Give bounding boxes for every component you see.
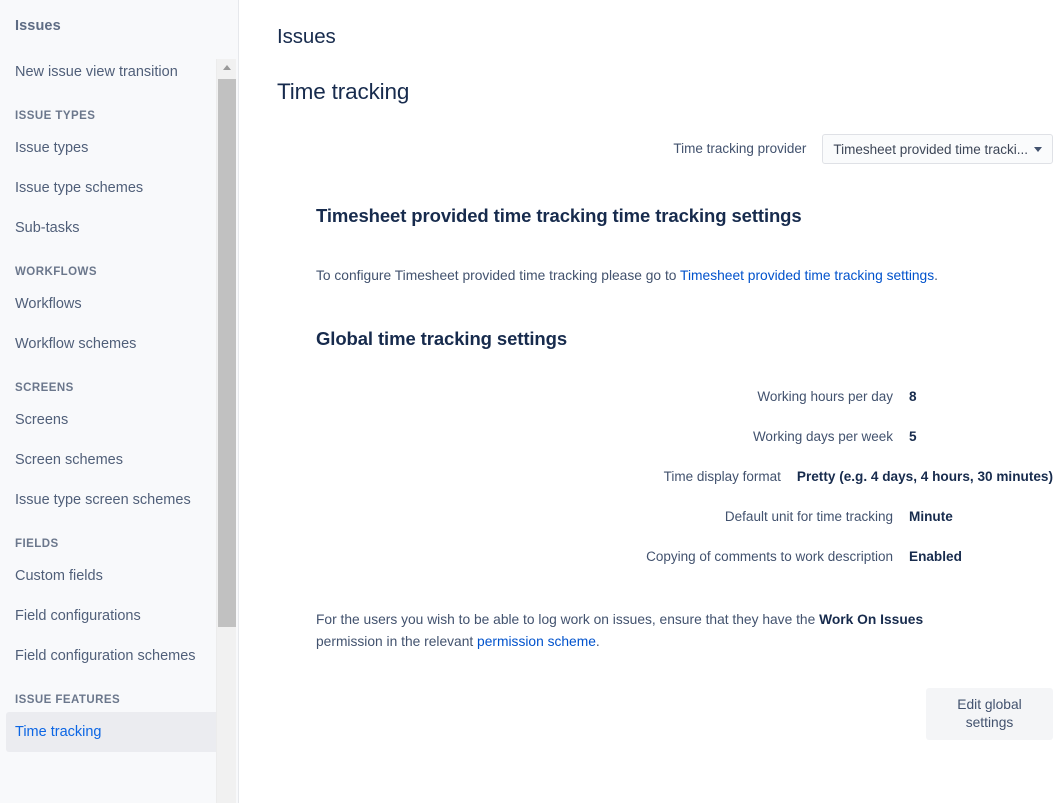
setting-label: Working days per week [277, 428, 909, 446]
sidebar: Issues New issue view transitionIssue ty… [0, 0, 239, 803]
timesheet-settings-link[interactable]: Timesheet provided time tracking setting… [680, 268, 934, 283]
time-tracking-provider-value: Timesheet provided time tracki... [833, 142, 1028, 157]
note-part-1: For the users you wish to be able to log… [316, 612, 819, 627]
page-title: Issues [239, 0, 1053, 50]
setting-label: Time display format [277, 468, 797, 486]
setting-row: Default unit for time trackingMinute [239, 508, 1053, 526]
note-part-2: permission in the relevant [316, 634, 477, 649]
scrollbar-thumb[interactable] [218, 79, 236, 627]
sidebar-item-time-tracking[interactable]: Time tracking [6, 712, 230, 752]
setting-row: Working days per week5 [239, 428, 1053, 446]
provider-description-suffix: . [934, 268, 938, 283]
time-tracking-provider-select[interactable]: Timesheet provided time tracki... [822, 134, 1053, 164]
sidebar-item-issue-type-schemes[interactable]: Issue type schemes [0, 168, 230, 208]
setting-row: Time display formatPretty (e.g. 4 days, … [239, 468, 1053, 486]
chevron-down-icon [1034, 147, 1042, 152]
sidebar-item-issue-types[interactable]: Issue types [0, 128, 230, 168]
main-content: Issues Time tracking Time tracking provi… [239, 0, 1053, 803]
sidebar-item-field-configurations[interactable]: Field configurations [0, 596, 230, 636]
sidebar-item-new-issue-view-transition[interactable]: New issue view transition [0, 52, 230, 92]
setting-label: Working hours per day [277, 388, 909, 406]
sidebar-group-issue-types: Issue types [0, 92, 238, 128]
sidebar-item-workflows[interactable]: Workflows [0, 284, 230, 324]
app-root: Issues New issue view transitionIssue ty… [0, 0, 1053, 803]
sidebar-item-field-configuration-schemes[interactable]: Field configuration schemes [0, 636, 230, 676]
note-part-3: . [596, 634, 600, 649]
sidebar-nav: New issue view transitionIssue typesIssu… [0, 36, 238, 752]
time-tracking-provider-label: Time tracking provider [277, 140, 822, 158]
sidebar-item-screen-schemes[interactable]: Screen schemes [0, 440, 230, 480]
sidebar-group-screens: Screens [0, 364, 238, 400]
setting-value: Enabled [909, 548, 962, 566]
time-tracking-provider-row: Time tracking provider Timesheet provide… [239, 134, 1053, 164]
provider-settings-heading: Timesheet provided time tracking time tr… [239, 164, 1053, 228]
sidebar-item-custom-fields[interactable]: Custom fields [0, 556, 230, 596]
sidebar-item-workflow-schemes[interactable]: Workflow schemes [0, 324, 230, 364]
section-title: Time tracking [239, 50, 1053, 106]
global-settings-list: Working hours per day8 Working days per w… [239, 388, 1053, 566]
edit-global-settings-button[interactable]: Edit global settings [926, 688, 1053, 740]
sidebar-item-issue-type-screen-schemes[interactable]: Issue type screen schemes [0, 480, 230, 520]
setting-value: Minute [909, 508, 953, 526]
sidebar-scrollbar[interactable] [216, 59, 236, 803]
sidebar-group-issue-features: Issue features [0, 676, 238, 712]
scrollbar-up-arrow-icon[interactable] [217, 59, 236, 76]
button-spacer [277, 688, 926, 740]
setting-label: Copying of comments to work description [277, 548, 909, 566]
permission-scheme-link[interactable]: permission scheme [477, 634, 596, 649]
setting-value: 8 [909, 388, 917, 406]
sidebar-group-workflows: Workflows [0, 248, 238, 284]
setting-label: Default unit for time tracking [277, 508, 909, 526]
provider-description-prefix: To configure Timesheet provided time tra… [316, 268, 680, 283]
provider-settings-description: To configure Timesheet provided time tra… [239, 242, 1053, 286]
global-settings-heading: Global time tracking settings [239, 300, 1053, 351]
setting-value: Pretty (e.g. 4 days, 4 hours, 30 minutes… [797, 468, 1053, 486]
sidebar-group-fields: Fields [0, 520, 238, 556]
setting-row: Copying of comments to work descriptionE… [239, 548, 1053, 566]
setting-row: Working hours per day8 [239, 388, 1053, 406]
button-row: Edit global settings [239, 688, 1053, 740]
permission-note: For the users you wish to be able to log… [239, 588, 951, 653]
sidebar-header: Issues [0, 0, 238, 36]
sidebar-item-sub-tasks[interactable]: Sub-tasks [0, 208, 230, 248]
setting-value: 5 [909, 428, 917, 446]
sidebar-item-screens[interactable]: Screens [0, 400, 230, 440]
note-bold-permission: Work On Issues [819, 612, 923, 627]
